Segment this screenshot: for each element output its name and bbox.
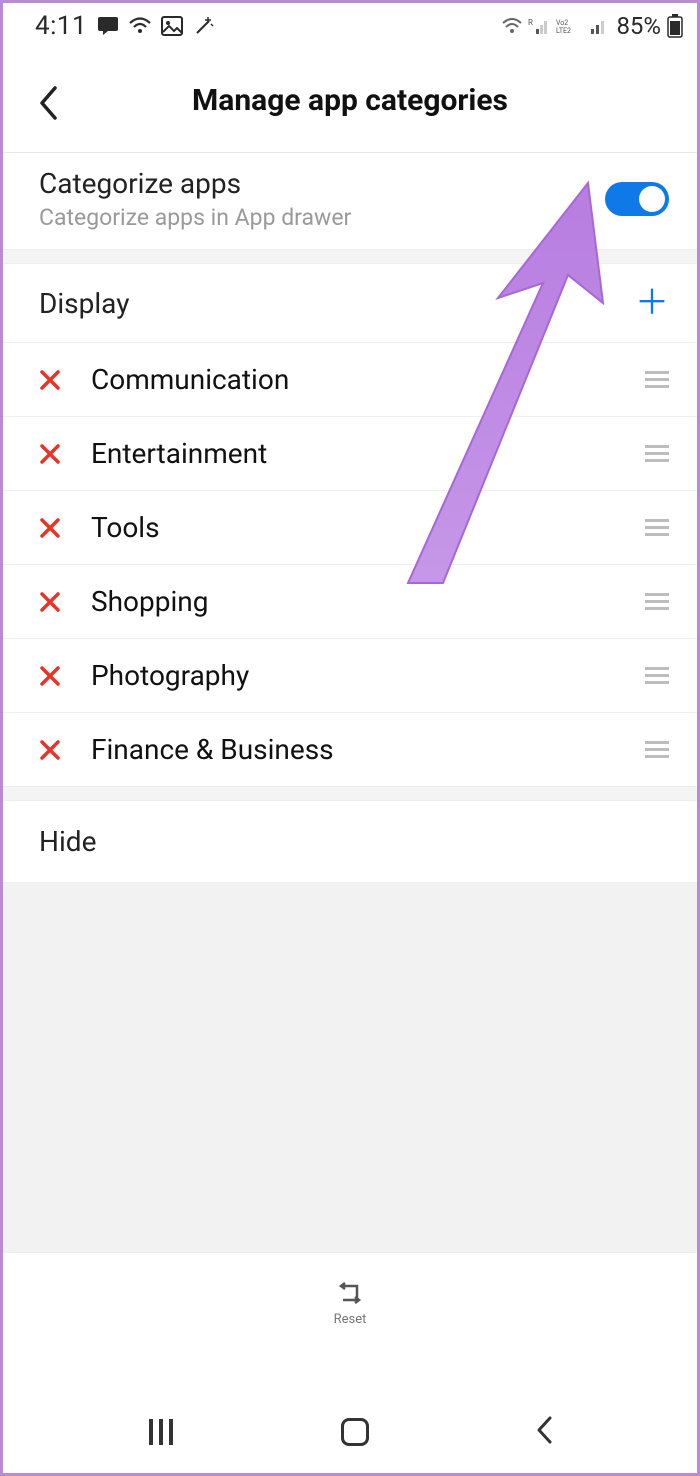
category-name: Tools bbox=[91, 511, 645, 544]
drag-handle-icon[interactable] bbox=[645, 667, 669, 684]
status-right: R Vo2LTE2 85% bbox=[502, 12, 683, 40]
signal-lte-icon: Vo2LTE2 bbox=[556, 17, 584, 35]
navigation-bar bbox=[3, 1395, 697, 1473]
drag-handle-icon[interactable] bbox=[645, 519, 669, 536]
toggle-knob bbox=[639, 186, 665, 212]
status-left: 4:11 bbox=[35, 11, 215, 41]
hide-section-header: Hide bbox=[3, 801, 697, 883]
hide-empty-area bbox=[3, 883, 697, 1253]
nav-home-button[interactable] bbox=[341, 1418, 369, 1446]
categorize-row[interactable]: Categorize apps Categorize apps in App d… bbox=[3, 153, 697, 250]
drag-handle-icon[interactable] bbox=[645, 371, 669, 388]
svg-text:LTE2: LTE2 bbox=[556, 27, 571, 35]
category-name: Entertainment bbox=[91, 437, 645, 470]
category-name: Shopping bbox=[91, 585, 645, 618]
reset-row: Reset bbox=[3, 1253, 697, 1353]
delete-category-button[interactable] bbox=[39, 739, 79, 761]
delete-category-button[interactable] bbox=[39, 665, 79, 687]
category-row[interactable]: Photography bbox=[3, 639, 697, 713]
display-label: Display bbox=[39, 287, 129, 320]
category-row[interactable]: Entertainment bbox=[3, 417, 697, 491]
categorize-title: Categorize apps bbox=[39, 167, 351, 200]
add-category-button[interactable]: ＋ bbox=[635, 286, 669, 320]
category-row[interactable]: Shopping bbox=[3, 565, 697, 639]
nav-recents-button[interactable] bbox=[146, 1419, 176, 1445]
category-name: Communication bbox=[91, 363, 645, 396]
status-time: 4:11 bbox=[35, 11, 87, 41]
svg-text:Vo2: Vo2 bbox=[556, 19, 568, 27]
device-frame: 4:11 R Vo2LTE2 bbox=[0, 0, 700, 1476]
drag-handle-icon[interactable] bbox=[645, 445, 669, 462]
wifi-icon bbox=[129, 17, 151, 35]
page-title: Manage app categories bbox=[3, 83, 697, 118]
category-row[interactable]: Tools bbox=[3, 491, 697, 565]
reset-icon bbox=[335, 1280, 365, 1310]
signal-bars-icon bbox=[590, 17, 608, 35]
display-section-header: Display ＋ bbox=[3, 264, 697, 343]
drag-handle-icon[interactable] bbox=[645, 741, 669, 758]
drag-handle-icon[interactable] bbox=[645, 593, 669, 610]
delete-category-button[interactable] bbox=[39, 517, 79, 539]
back-button[interactable] bbox=[37, 85, 59, 125]
section-gap bbox=[3, 250, 697, 264]
delete-category-button[interactable] bbox=[39, 443, 79, 465]
display-category-list: Communication Entertainment Tools Shoppi… bbox=[3, 343, 697, 787]
battery-icon bbox=[667, 14, 683, 38]
svg-text:R: R bbox=[528, 18, 533, 27]
delete-category-button[interactable] bbox=[39, 369, 79, 391]
categorize-subtitle: Categorize apps in App drawer bbox=[39, 204, 351, 231]
nav-back-button[interactable] bbox=[534, 1415, 554, 1449]
signal-r-icon: R bbox=[528, 17, 550, 35]
categorize-toggle[interactable] bbox=[605, 182, 669, 216]
gallery-icon bbox=[161, 16, 183, 36]
app-header: Manage app categories bbox=[3, 49, 697, 153]
notification-message-icon bbox=[97, 16, 119, 36]
section-gap bbox=[3, 787, 697, 801]
wifi-icon bbox=[502, 18, 522, 34]
reset-label: Reset bbox=[334, 1312, 367, 1327]
category-row[interactable]: Finance & Business bbox=[3, 713, 697, 786]
category-name: Finance & Business bbox=[91, 733, 645, 766]
reset-button[interactable]: Reset bbox=[334, 1280, 367, 1327]
status-bar: 4:11 R Vo2LTE2 bbox=[3, 3, 697, 49]
category-name: Photography bbox=[91, 659, 645, 692]
wand-icon bbox=[193, 15, 215, 37]
category-row[interactable]: Communication bbox=[3, 343, 697, 417]
categorize-labels: Categorize apps Categorize apps in App d… bbox=[39, 167, 351, 231]
battery-percent: 85% bbox=[616, 12, 661, 40]
delete-category-button[interactable] bbox=[39, 591, 79, 613]
